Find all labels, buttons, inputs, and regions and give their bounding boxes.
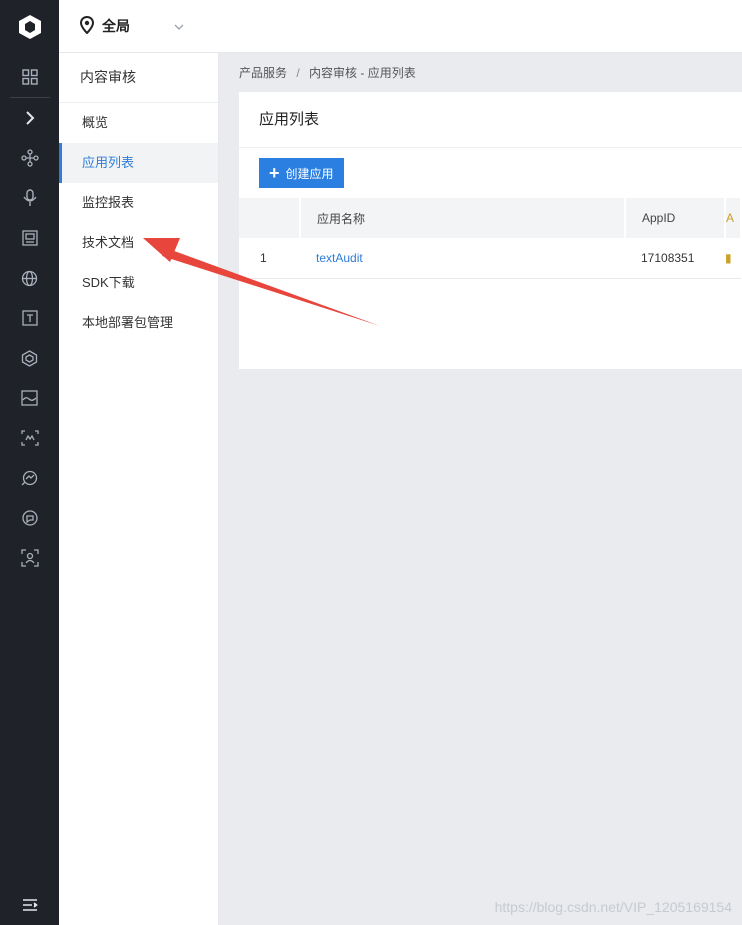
plus-icon: + — [269, 163, 280, 183]
create-app-label: 创建应用 — [285, 166, 334, 181]
breadcrumb-root[interactable]: 产品服务 — [239, 66, 287, 80]
sidebar-item-tech-docs[interactable]: 技术文档 — [59, 223, 218, 263]
sidebar-item-local-deploy[interactable]: 本地部署包管理 — [59, 303, 218, 343]
col-header-app-name: 应用名称 — [300, 198, 626, 238]
app-list-card: 应用列表 + 创建应用 应用名称 AppID A 1 textAudit 171… — [239, 92, 742, 369]
chevron-right-icon[interactable] — [0, 98, 59, 138]
page-title: 应用列表 — [239, 92, 742, 148]
col-header-more: A — [725, 198, 742, 238]
menu-collapse-icon[interactable] — [0, 885, 59, 925]
sidebar-item-app-list[interactable]: 应用列表 — [59, 143, 218, 183]
sidebar-item-monitoring[interactable]: 监控报表 — [59, 183, 218, 223]
table-header-row: 应用名称 AppID A — [239, 198, 742, 238]
nodes-icon[interactable] — [0, 138, 59, 178]
picture-frame-icon[interactable] — [0, 378, 59, 418]
face-scan-icon[interactable] — [0, 418, 59, 458]
sidebar-title: 内容审核 — [59, 53, 218, 103]
breadcrumb: 产品服务 / 内容审核 - 应用列表 — [239, 64, 416, 81]
top-header: 全局 — [59, 0, 742, 53]
analytics-icon[interactable] — [0, 458, 59, 498]
grid-icon[interactable] — [0, 57, 59, 97]
microphone-icon[interactable] — [0, 178, 59, 218]
table-row: 1 textAudit 17108351 ▮ — [239, 238, 741, 279]
product-sidebar: 内容审核 概览 应用列表 监控报表 技术文档 SDK下载 本地部署包管理 — [59, 53, 219, 925]
row-more-cell: ▮ — [725, 238, 741, 279]
person-scan-icon[interactable] — [0, 538, 59, 578]
cube-icon[interactable] — [0, 338, 59, 378]
row-appid: 17108351 — [625, 238, 725, 279]
app-table: 应用名称 AppID A 1 textAudit 17108351 ▮ — [239, 198, 742, 279]
location-pin-icon — [79, 15, 95, 37]
watermark: https://blog.csdn.net/VIP_1205169154 — [494, 899, 732, 915]
sidebar-item-overview[interactable]: 概览 — [59, 103, 218, 143]
col-header-appid: AppID — [625, 198, 726, 238]
breadcrumb-separator: / — [296, 66, 300, 80]
text-icon[interactable] — [0, 298, 59, 338]
logo-icon[interactable] — [0, 0, 59, 53]
image-card-icon[interactable] — [0, 218, 59, 258]
chevron-down-icon[interactable] — [174, 19, 184, 33]
col-header-index — [239, 198, 301, 238]
sidebar-item-sdk-download[interactable]: SDK下载 — [59, 263, 218, 303]
breadcrumb-current: 内容审核 - 应用列表 — [309, 66, 416, 80]
row-index: 1 — [239, 238, 300, 279]
app-name-link[interactable]: textAudit — [316, 251, 363, 265]
globe-icon[interactable] — [0, 258, 59, 298]
create-app-button[interactable]: + 创建应用 — [259, 158, 344, 188]
icon-rail — [0, 0, 59, 925]
speech-icon[interactable] — [0, 498, 59, 538]
region-selector[interactable]: 全局 — [102, 16, 130, 36]
